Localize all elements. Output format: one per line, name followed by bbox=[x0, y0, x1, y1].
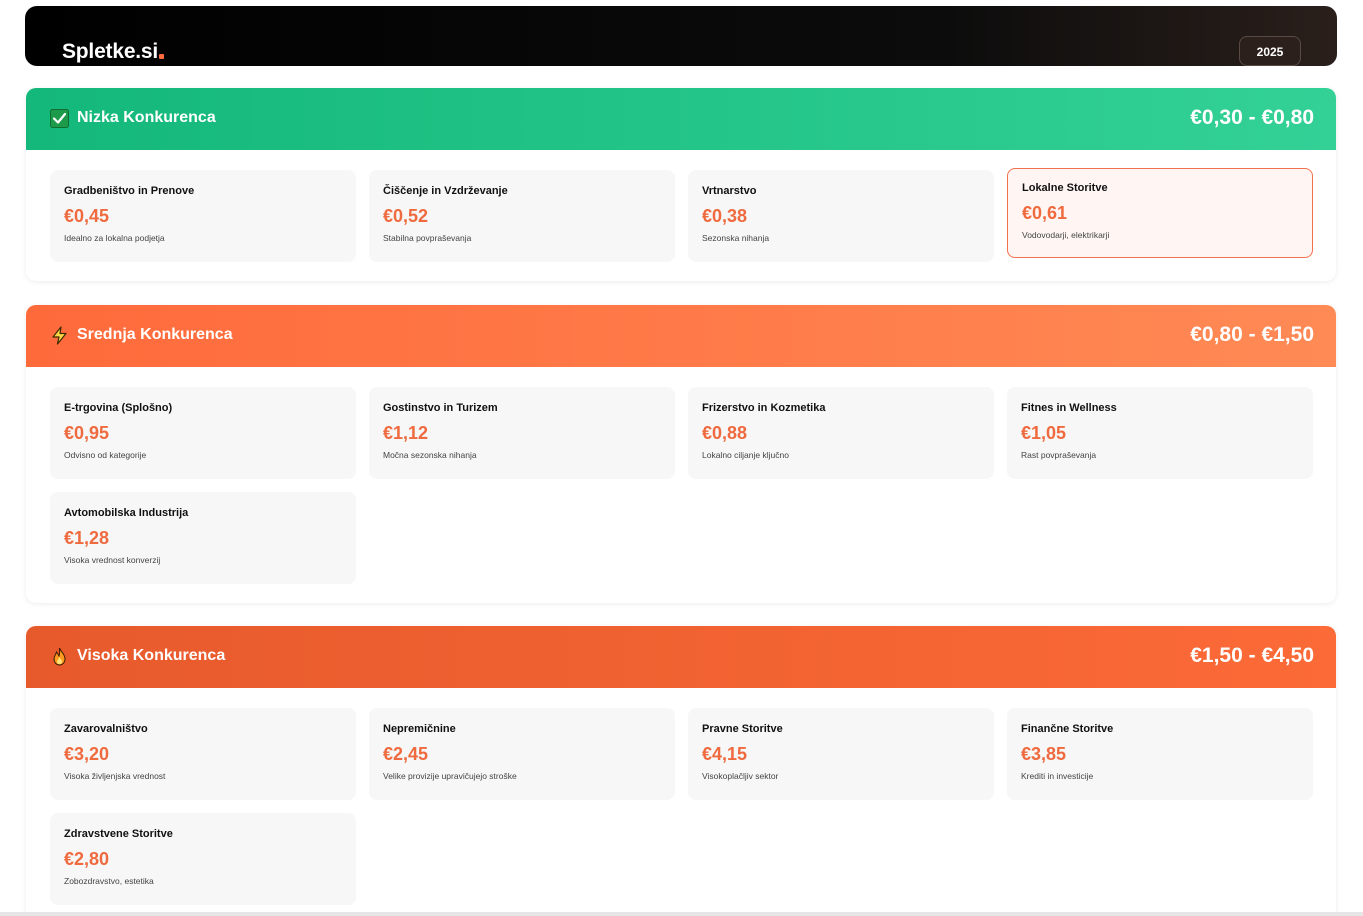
card-grid: Gradbeništvo in Prenove €0,45 Idealno za… bbox=[26, 150, 1336, 281]
card-note: Velike provizije upravičujejo stroške bbox=[383, 771, 517, 781]
card-title: Avtomobilska Industrija bbox=[64, 507, 189, 519]
card-price: €0,95 bbox=[64, 423, 110, 443]
card-grid: E-trgovina (Splošno) €0,95 Odvisno od ka… bbox=[26, 367, 1336, 603]
category-card-highlighted[interactable]: Lokalne Storitve €0,61 Vodovodarji, elek… bbox=[1007, 168, 1313, 258]
card-title: Zavarovalništvo bbox=[64, 723, 148, 735]
card-note: Visokoplačljiv sektor bbox=[702, 771, 779, 781]
fire-icon bbox=[50, 647, 69, 666]
card-note: Vodovodarji, elektrikarji bbox=[1022, 230, 1110, 240]
card-price: €2,80 bbox=[64, 849, 110, 869]
category-card[interactable]: Finančne Storitve €3,85 Krediti in inves… bbox=[1007, 708, 1313, 800]
section-header: Nizka Konkurenca €0,30 - €0,80 bbox=[26, 88, 1336, 150]
card-note: Zobozdravstvo, estetika bbox=[64, 876, 154, 886]
card-price: €3,85 bbox=[1021, 744, 1067, 764]
section-medium-competition: Srednja Konkurenca €0,80 - €1,50 E-trgov… bbox=[26, 305, 1336, 603]
category-card[interactable]: Čiščenje in Vzdrževanje €0,52 Stabilna p… bbox=[369, 170, 675, 262]
section-price-range: €0,80 - €1,50 bbox=[1190, 323, 1314, 346]
section-high-competition: Visoka Konkurenca €1,50 - €4,50 Zavarova… bbox=[26, 626, 1336, 916]
card-title: Lokalne Storitve bbox=[1022, 182, 1108, 194]
card-note: Visoka vrednost konverzij bbox=[64, 555, 161, 565]
section-title: Visoka Konkurenca bbox=[77, 647, 226, 664]
section-header: Srednja Konkurenca €0,80 - €1,50 bbox=[26, 305, 1336, 367]
section-title: Srednja Konkurenca bbox=[77, 326, 233, 343]
card-price: €1,28 bbox=[64, 528, 110, 548]
year-badge[interactable]: 2025 bbox=[1239, 36, 1301, 66]
card-note: Idealno za lokalna podjetja bbox=[64, 233, 165, 243]
section-title: Nizka Konkurenca bbox=[77, 109, 216, 126]
section-low-competition: Nizka Konkurenca €0,30 - €0,80 Gradbeniš… bbox=[26, 88, 1336, 281]
card-note: Stabilna povpraševanja bbox=[383, 233, 472, 243]
card-title: E-trgovina (Splošno) bbox=[64, 402, 173, 414]
category-card[interactable]: Pravne Storitve €4,15 Visokoplačljiv sek… bbox=[688, 708, 994, 800]
horizontal-scrollbar[interactable] bbox=[0, 912, 1363, 916]
page: Spletke.si 2025 Nizka Konkurenca €0,30 -… bbox=[0, 0, 1363, 916]
check-box-icon bbox=[50, 109, 69, 128]
card-price: €3,20 bbox=[64, 744, 110, 764]
category-card[interactable]: Nepremičnine €2,45 Velike provizije upra… bbox=[369, 708, 675, 800]
card-title: Čiščenje in Vzdrževanje bbox=[383, 185, 508, 197]
card-title: Vrtnarstvo bbox=[702, 185, 757, 197]
card-note: Odvisno od kategorije bbox=[64, 450, 147, 460]
card-price: €2,45 bbox=[383, 744, 429, 764]
card-price: €0,38 bbox=[702, 206, 748, 226]
category-card[interactable]: Avtomobilska Industrija €1,28 Visoka vre… bbox=[50, 492, 356, 584]
card-grid: Zavarovalništvo €3,20 Visoka življenjska… bbox=[26, 688, 1336, 916]
card-price: €4,15 bbox=[702, 744, 748, 764]
category-card[interactable]: Frizerstvo in Kozmetika €0,88 Lokalno ci… bbox=[688, 387, 994, 479]
card-title: Fitnes in Wellness bbox=[1021, 402, 1117, 414]
category-card[interactable]: Zdravstvene Storitve €2,80 Zobozdravstvo… bbox=[50, 813, 356, 905]
category-card[interactable]: Gostinstvo in Turizem €1,12 Močna sezons… bbox=[369, 387, 675, 479]
card-title: Finančne Storitve bbox=[1021, 723, 1114, 735]
card-note: Rast povpraševanja bbox=[1021, 450, 1097, 460]
category-card[interactable]: E-trgovina (Splošno) €0,95 Odvisno od ka… bbox=[50, 387, 356, 479]
category-card[interactable]: Zavarovalništvo €3,20 Visoka življenjska… bbox=[50, 708, 356, 800]
card-title: Zdravstvene Storitve bbox=[64, 828, 173, 840]
category-card[interactable]: Vrtnarstvo €0,38 Sezonska nihanja bbox=[688, 170, 994, 262]
top-header-bar: Spletke.si 2025 bbox=[25, 6, 1337, 66]
brand-name: Spletke.si bbox=[62, 40, 159, 63]
brand-dot-icon bbox=[159, 54, 165, 59]
card-note: Lokalno ciljanje ključno bbox=[702, 450, 789, 460]
section-header: Visoka Konkurenca €1,50 - €4,50 bbox=[26, 626, 1336, 688]
section-price-range: €1,50 - €4,50 bbox=[1190, 644, 1314, 667]
card-title: Gradbeništvo in Prenove bbox=[64, 185, 195, 197]
card-note: Krediti in investicije bbox=[1021, 771, 1094, 781]
card-title: Frizerstvo in Kozmetika bbox=[702, 402, 826, 414]
card-title: Gostinstvo in Turizem bbox=[383, 402, 498, 414]
card-price: €0,88 bbox=[702, 423, 748, 443]
category-card[interactable]: Gradbeništvo in Prenove €0,45 Idealno za… bbox=[50, 170, 356, 262]
brand-logo[interactable]: Spletke.si bbox=[62, 40, 165, 64]
lightning-icon bbox=[50, 326, 69, 345]
card-price: €0,61 bbox=[1022, 203, 1068, 223]
card-price: €1,05 bbox=[1021, 423, 1067, 443]
card-title: Nepremičnine bbox=[383, 723, 456, 735]
category-card[interactable]: Fitnes in Wellness €1,05 Rast povpraševa… bbox=[1007, 387, 1313, 479]
card-note: Visoka življenjska vrednost bbox=[64, 771, 166, 781]
card-price: €0,45 bbox=[64, 206, 110, 226]
card-price: €0,52 bbox=[383, 206, 429, 226]
section-price-range: €0,30 - €0,80 bbox=[1190, 106, 1314, 129]
card-note: Močna sezonska nihanja bbox=[383, 450, 477, 460]
card-price: €1,12 bbox=[383, 423, 429, 443]
card-title: Pravne Storitve bbox=[702, 723, 783, 735]
card-note: Sezonska nihanja bbox=[702, 233, 770, 243]
